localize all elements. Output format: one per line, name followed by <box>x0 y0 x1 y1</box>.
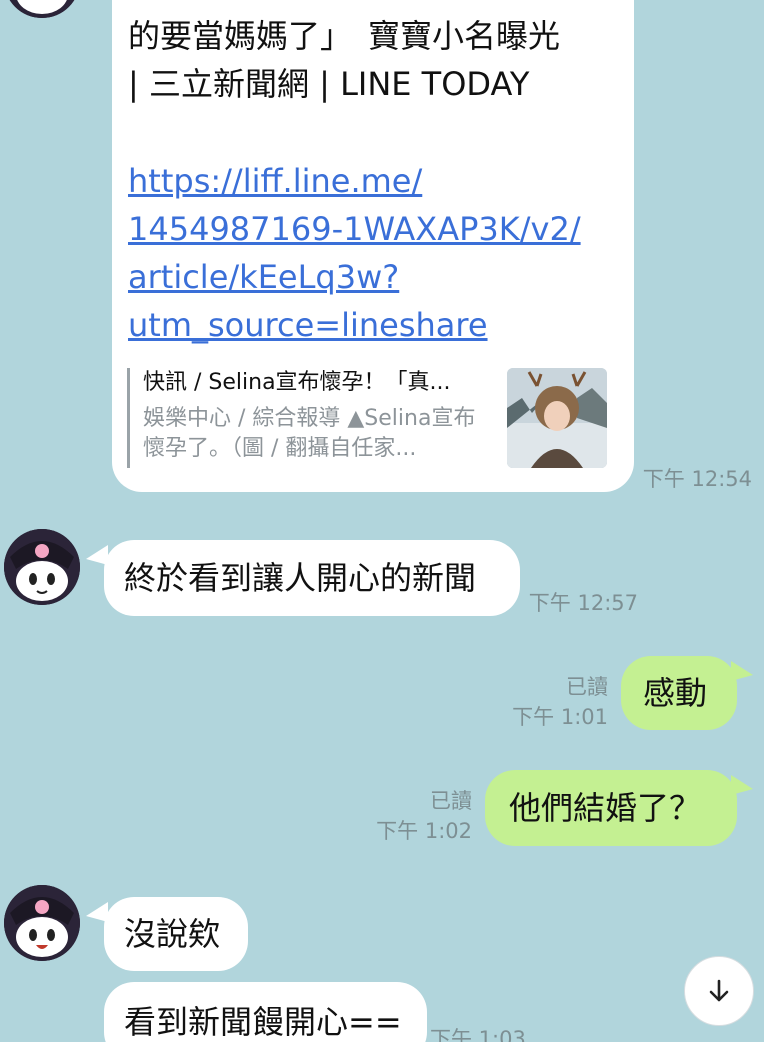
message-text: 感動 <box>643 674 708 712</box>
bubble-tail <box>731 775 753 795</box>
message-text: 他們結婚了？ <box>509 789 702 827</box>
link-message-text-line: 的要當媽媽了」 寶寶小名曝光 <box>128 17 561 55</box>
preview-thumbnail <box>507 368 607 468</box>
contact-avatar[interactable] <box>4 0 80 18</box>
scroll-to-bottom-button[interactable] <box>684 956 754 1026</box>
kuromi-avatar-icon <box>4 529 80 605</box>
arrow-down-icon <box>709 979 729 1002</box>
link-preview-card[interactable]: 快訊 / Selina宣布懷孕！「真... 娛樂中心 / 綜合報導 ▲Selin… <box>127 368 607 468</box>
message-timestamp: 下午 12:57 <box>528 591 638 615</box>
bubble-tail <box>731 661 753 681</box>
outgoing-message-bubble[interactable]: 感動 <box>621 656 737 730</box>
message-link[interactable]: 1454987169-1WAXAP3K/v2/ <box>128 205 581 253</box>
message-timestamp: 下午 1:02 <box>376 819 472 843</box>
contact-avatar[interactable] <box>4 529 80 605</box>
message-link[interactable]: article/kEeLq3w? <box>128 253 399 301</box>
incoming-message-bubble[interactable]: 沒說欸 <box>104 897 248 971</box>
message-link[interactable]: https://liff.line.me/ <box>128 157 422 205</box>
read-receipt: 已讀 <box>566 675 608 699</box>
chat-area[interactable]: 的要當媽媽了」 寶寶小名曝光 | 三立新聞網 | LINE TODAY http… <box>0 0 764 1042</box>
incoming-message-bubble[interactable]: 看到新聞饅開心== <box>104 982 427 1042</box>
message-text: 看到新聞饅開心== <box>124 1003 402 1041</box>
preview-description: 娛樂中心 / 綜合報導 ▲Selina宣布懷孕了。（圖 / 翻攝自任家... <box>143 406 476 461</box>
read-receipt: 已讀 <box>430 789 472 813</box>
message-timestamp: 下午 1:03 <box>430 1027 526 1042</box>
message-link[interactable]: utm_source=lineshare <box>128 301 488 349</box>
message-timestamp: 下午 1:01 <box>512 705 608 729</box>
contact-avatar[interactable] <box>4 885 80 961</box>
message-timestamp: 下午 12:54 <box>642 467 752 491</box>
message-text: 終於看到讓人開心的新聞 <box>124 559 477 597</box>
preview-title: 快訊 / Selina宣布懷孕！「真... <box>143 370 451 395</box>
incoming-message-bubble[interactable]: 終於看到讓人開心的新聞 <box>104 540 520 616</box>
message-text: 沒說欸 <box>124 915 221 953</box>
outgoing-message-bubble[interactable]: 他們結婚了？ <box>485 770 737 846</box>
kuromi-avatar-icon <box>4 885 80 961</box>
kuromi-avatar-icon <box>4 0 80 18</box>
preview-divider <box>127 368 130 468</box>
link-message-text-line: | 三立新聞網 | LINE TODAY <box>128 65 530 103</box>
